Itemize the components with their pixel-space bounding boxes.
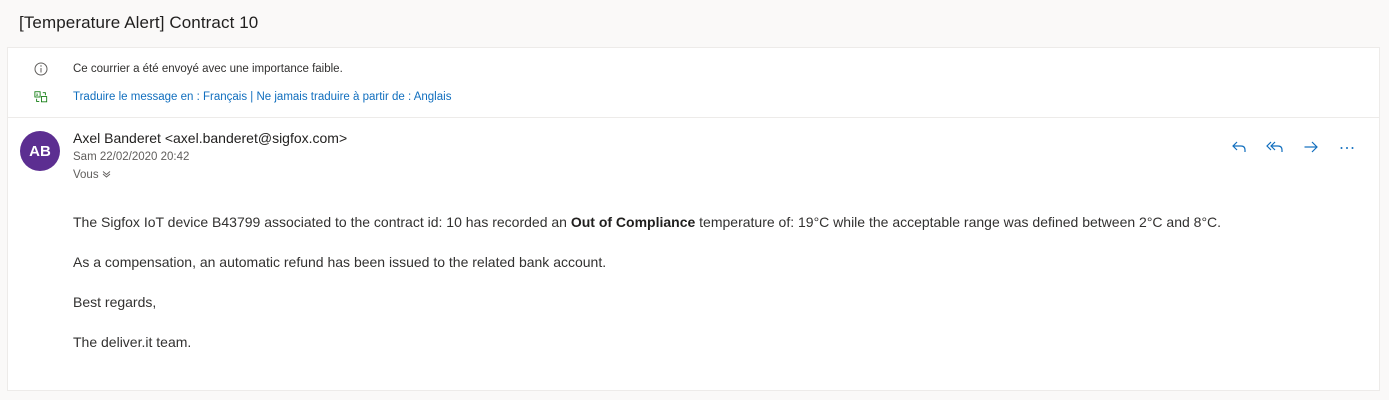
more-actions-button[interactable] — [1329, 138, 1365, 160]
banner-divider — [8, 117, 1379, 118]
translate-separator: | — [250, 91, 254, 103]
info-icon — [34, 62, 48, 76]
message-actions — [1221, 138, 1365, 160]
translate-icon: a — [34, 90, 48, 104]
translate-link[interactable]: Traduire le message en : Français — [73, 91, 247, 103]
message-date: Sam 22/02/2020 20:42 — [73, 151, 190, 163]
body-paragraph: Best regards, — [73, 294, 157, 310]
reply-button[interactable] — [1221, 138, 1257, 160]
never-translate-link[interactable]: Ne jamais traduire à partir de : Anglais — [256, 91, 451, 103]
email-subject: [Temperature Alert] Contract 10 — [19, 13, 259, 32]
svg-text:a: a — [36, 92, 39, 97]
forward-button[interactable] — [1293, 138, 1329, 160]
message-card: Ce courrier a été envoyé avec une import… — [7, 47, 1380, 391]
forward-icon — [1303, 139, 1319, 160]
recipients-toggle[interactable]: Vous — [73, 169, 111, 181]
body-paragraph: The Sigfox IoT device B43799 associated … — [73, 214, 1222, 230]
body-paragraph: As a compensation, an automatic refund h… — [73, 254, 607, 270]
importance-text: Ce courrier a été envoyé avec une import… — [73, 63, 343, 75]
more-icon — [1339, 139, 1355, 160]
body-paragraph: The deliver.it team. — [73, 334, 192, 350]
sender-name[interactable]: Axel Banderet <axel.banderet@sigfox.com> — [73, 130, 347, 146]
reply-all-button[interactable] — [1257, 138, 1293, 160]
reply-all-icon — [1266, 139, 1284, 160]
recipient-label: Vous — [73, 169, 99, 181]
avatar[interactable]: AB — [20, 131, 60, 171]
message-body: The Sigfox IoT device B43799 associated … — [73, 212, 1221, 372]
reply-icon — [1231, 139, 1247, 160]
emphasis-text: Out of Compliance — [570, 214, 696, 230]
chevron-down-icon — [102, 169, 111, 181]
